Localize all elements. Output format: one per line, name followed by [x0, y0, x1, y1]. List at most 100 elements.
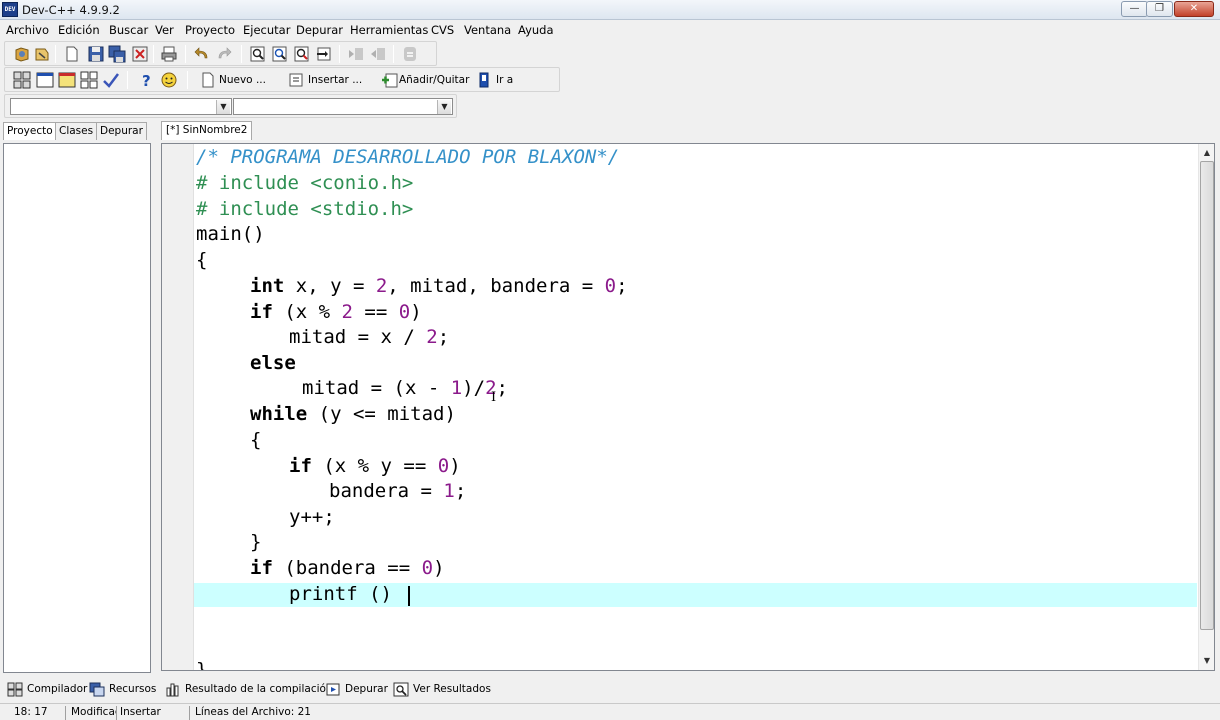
results-chart-icon — [166, 683, 179, 697]
redo-icon[interactable] — [215, 45, 233, 63]
check-syntax-icon[interactable] — [102, 71, 120, 89]
code-editor[interactable]: /* PROGRAMA DESARROLLADO POR BLAXON*/ # … — [161, 143, 1215, 671]
save-icon[interactable] — [87, 45, 105, 63]
menu-bar: Archivo Edición Buscar Ver Proyecto Ejec… — [0, 20, 1220, 40]
code-line-8: mitad = x / 2; — [289, 326, 450, 348]
code-line-6: int x, y = 2, mitad, bandera = 0; — [250, 275, 628, 297]
status-bar: 18: 17 Modificad Insertar Líneas del Arc… — [0, 703, 1220, 720]
tab-recursos-label: Recursos — [109, 683, 157, 695]
resources-icon — [89, 682, 105, 697]
menu-edicion[interactable]: Edición — [58, 23, 100, 37]
view-results-icon — [393, 682, 409, 697]
about-icon[interactable] — [160, 71, 178, 89]
code-line-14: bandera = 1; — [329, 480, 467, 502]
close-icon: ✕ — [1189, 3, 1199, 14]
insertar-button[interactable]: Insertar ... — [308, 74, 362, 86]
code-line-3: # include <stdio.h> — [196, 198, 414, 220]
menu-ventana[interactable]: Ventana — [464, 23, 511, 37]
scrollbar-thumb[interactable] — [1200, 161, 1214, 630]
menu-buscar[interactable]: Buscar — [109, 23, 148, 37]
tab-recursos[interactable]: Recursos — [89, 681, 161, 699]
add-remove-icon[interactable] — [381, 71, 399, 89]
class-browser-icon[interactable] — [33, 45, 51, 63]
maximize-button[interactable]: ❐ — [1146, 1, 1173, 17]
compile-icon[interactable] — [13, 71, 31, 89]
output-tabs: Compilador Recursos Resultado de la comp… — [0, 678, 1220, 700]
close-button[interactable]: ✕ — [1174, 1, 1214, 17]
code-line-10: mitad = (x - 1)/2; — [302, 377, 508, 399]
status-insert-mode: Insertar — [118, 706, 190, 720]
minimize-icon: — — [1129, 3, 1140, 14]
print-icon[interactable] — [160, 45, 178, 63]
nuevo-button[interactable]: Nuevo ... — [219, 74, 266, 86]
menu-cvs[interactable]: CVS — [431, 23, 454, 37]
find-next-icon[interactable] — [293, 45, 311, 63]
maximize-icon: ❐ — [1155, 3, 1164, 14]
unindent-icon[interactable] — [347, 45, 365, 63]
code-line-13: if (x % y == 0) — [289, 455, 461, 477]
window-title: Dev-C++ 4.9.9.2 — [22, 3, 120, 17]
new-file-icon[interactable] — [63, 45, 81, 63]
new-page-icon[interactable] — [199, 71, 217, 89]
text-caret — [408, 586, 410, 606]
goto-line-icon[interactable] — [315, 45, 333, 63]
compile-run-icon[interactable] — [58, 71, 76, 89]
status-cursor-position: 18: 17 — [12, 706, 66, 720]
tab-clases[interactable]: Clases — [55, 122, 98, 140]
project-open-icon[interactable] — [13, 45, 31, 63]
scroll-down-icon[interactable]: ▼ — [1200, 653, 1214, 668]
help-icon[interactable]: ? — [137, 71, 155, 89]
menu-herramientas[interactable]: Herramientas — [350, 23, 428, 37]
compiler-icon — [7, 682, 23, 697]
debug-icon — [326, 683, 340, 696]
title-bar: DEV Dev-C++ 4.9.9.2 — ❐ ✕ — [0, 0, 1220, 20]
chevron-down-icon[interactable]: ▼ — [437, 100, 451, 114]
menu-ayuda[interactable]: Ayuda — [518, 23, 554, 37]
project-tree-panel[interactable] — [3, 143, 151, 673]
tab-ver-resultados-label: Ver Resultados — [413, 683, 491, 695]
tab-compilador-label: Compilador — [27, 683, 88, 695]
code-line-19: } — [196, 659, 208, 671]
insert-icon[interactable] — [288, 71, 306, 89]
minimize-button[interactable]: — — [1121, 1, 1148, 17]
code-line-9: else — [250, 352, 296, 374]
chevron-down-icon[interactable]: ▼ — [216, 100, 230, 114]
tab-proyecto[interactable]: Proyecto — [3, 122, 57, 140]
menu-ver[interactable]: Ver — [155, 23, 174, 37]
replace-icon[interactable] — [271, 45, 289, 63]
find-icon[interactable] — [249, 45, 267, 63]
class-combo[interactable]: ▼ — [10, 98, 232, 115]
save-all-icon[interactable] — [108, 45, 126, 63]
indent-icon[interactable] — [369, 45, 387, 63]
tab-sinnombre2[interactable]: [*] SinNombre2 — [161, 121, 253, 140]
undo-icon[interactable] — [193, 45, 211, 63]
code-line-1: /* PROGRAMA DESARROLLADO POR BLAXON*/ — [196, 146, 620, 168]
editor-gutter — [162, 144, 194, 670]
tab-depurar-panel[interactable]: Depurar — [96, 122, 147, 140]
app-icon: DEV — [2, 2, 18, 17]
menu-ejecutar[interactable]: Ejecutar — [243, 23, 290, 37]
menu-depurar[interactable]: Depurar — [296, 23, 343, 37]
code-line-7: if (x % 2 == 0) — [250, 301, 422, 323]
anadir-quitar-button[interactable]: Añadir/Quitar — [399, 74, 469, 86]
ir-a-button[interactable]: Ir a — [496, 74, 513, 86]
tab-depurar[interactable]: Depurar — [325, 681, 388, 699]
toggle-bookmark-icon[interactable] — [401, 45, 419, 63]
code-line-5: { — [196, 249, 208, 271]
close-file-icon[interactable] — [131, 45, 149, 63]
code-line-2: # include <conio.h> — [196, 172, 414, 194]
menu-archivo[interactable]: Archivo — [6, 23, 49, 37]
rebuild-icon[interactable] — [80, 71, 98, 89]
member-combo[interactable]: ▼ — [233, 98, 453, 115]
tab-ver-resultados[interactable]: Ver Resultados — [393, 681, 491, 699]
tab-compilador[interactable]: Compilador — [7, 681, 88, 699]
status-line-count: Líneas del Archivo: 21 — [195, 706, 311, 718]
menu-proyecto[interactable]: Proyecto — [185, 23, 235, 37]
code-line-17: if (bandera == 0) — [250, 557, 445, 579]
scroll-up-icon[interactable]: ▲ — [1200, 145, 1214, 160]
goto-bookmark-icon[interactable] — [475, 71, 493, 89]
vertical-scrollbar[interactable]: ▲ ▼ — [1198, 144, 1214, 670]
code-line-12: { — [250, 429, 262, 451]
tab-resultado-compilacion[interactable]: Resultado de la compilación — [165, 681, 333, 699]
run-icon[interactable] — [36, 71, 54, 89]
